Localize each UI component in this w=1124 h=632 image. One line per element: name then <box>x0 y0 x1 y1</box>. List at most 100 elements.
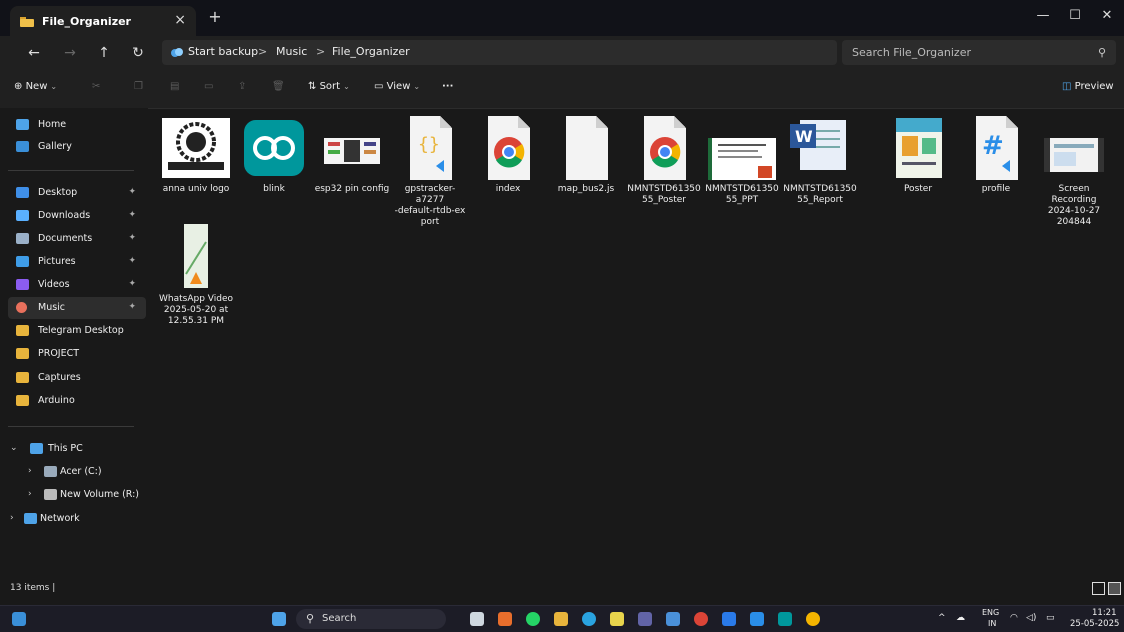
task-view-icon[interactable] <box>470 612 484 626</box>
sort-button[interactable]: ⇅ Sort ⌄ <box>308 81 350 92</box>
breadcrumb-root[interactable]: Start backup <box>188 45 258 58</box>
store-icon[interactable] <box>666 612 680 626</box>
sidebar-item-label: Pictures <box>38 256 76 267</box>
widgets-icon[interactable] <box>12 612 26 626</box>
sidebar-item-desktop[interactable]: Desktop ✦ <box>8 182 146 204</box>
sidebar-item-new-volume-r[interactable]: › New Volume (R:) <box>8 484 146 506</box>
file-name: NMNTSTD61350 55_Poster <box>627 184 701 205</box>
maximize-button[interactable]: ☐ <box>1060 6 1090 26</box>
copy-icon[interactable]: ❐ <box>134 81 143 92</box>
file-item-profile[interactable]: # profile <box>958 110 1034 210</box>
file-item-map-bus2-js[interactable]: map_bus2.js <box>548 110 624 210</box>
tab-file-organizer[interactable]: File_Organizer × <box>10 6 196 36</box>
sidebar-item-downloads[interactable]: Downloads ✦ <box>8 205 146 227</box>
onedrive-icon[interactable]: ☁ <box>956 613 965 623</box>
battery-icon[interactable]: ▭ <box>1046 613 1055 623</box>
videos-icon <box>16 279 29 290</box>
sidebar-item-captures[interactable]: Captures <box>8 367 146 389</box>
clock-date[interactable]: 25-05-2025 <box>1070 619 1119 629</box>
tab-close-icon[interactable]: × <box>174 12 186 28</box>
breadcrumb-music[interactable]: Music <box>276 45 307 58</box>
whatsapp-icon[interactable] <box>526 612 540 626</box>
sidebar-item-acer-c[interactable]: › Acer (C:) <box>8 461 146 483</box>
vscode-icon[interactable] <box>750 612 764 626</box>
address-bar[interactable]: Start backup > Music > File_Organizer <box>162 40 837 65</box>
back-button[interactable]: ← <box>24 44 44 62</box>
computer-icon <box>30 443 43 454</box>
sidebar-item-project[interactable]: PROJECT <box>8 343 146 365</box>
file-item-index[interactable]: index <box>470 110 546 210</box>
file-item-nmntstd-poster[interactable]: NMNTSTD61350 55_Poster <box>626 110 702 210</box>
more-options-button[interactable]: ··· <box>442 81 453 92</box>
chevron-down-icon[interactable]: ⌄ <box>10 443 18 453</box>
search-box[interactable]: Search File_Organizer ⚲ <box>842 40 1116 65</box>
cut-icon[interactable]: ✂ <box>92 81 100 92</box>
bluetooth-icon[interactable] <box>722 612 736 626</box>
sidebar-item-music[interactable]: Music ✦ <box>8 297 146 319</box>
sidebar-item-network[interactable]: › Network <box>8 508 146 530</box>
music-icon <box>16 302 27 313</box>
copilot-icon[interactable] <box>498 612 512 626</box>
chevron-up-icon[interactable]: ^ <box>938 613 946 623</box>
telegram-icon[interactable] <box>582 612 596 626</box>
file-item-poster[interactable]: Poster <box>880 110 956 210</box>
address-row: ← → ↑ ↻ Start backup > Music > File_Orga… <box>0 36 1124 70</box>
file-item-esp32-pin-config[interactable]: esp32 pin config <box>314 110 390 210</box>
paste-icon[interactable]: ▤ <box>170 81 179 92</box>
file-name: Screen Recording 2024-10-27 204844 <box>1047 184 1101 227</box>
sidebar-item-telegram-desktop[interactable]: Telegram Desktop <box>8 320 146 342</box>
teams-icon[interactable] <box>638 612 652 626</box>
file-item-blink[interactable]: blink <box>236 110 312 210</box>
new-tab-button[interactable]: + <box>206 8 224 26</box>
notes-app-icon[interactable] <box>610 612 624 626</box>
chevron-right-icon[interactable]: › <box>28 466 32 476</box>
sidebar-item-videos[interactable]: Videos ✦ <box>8 274 146 296</box>
language-indicator[interactable]: ENG <box>982 608 999 617</box>
tab-title: File_Organizer <box>42 15 131 28</box>
view-button[interactable]: ▭ View ⌄ <box>374 81 420 92</box>
up-button[interactable]: ↑ <box>94 44 114 62</box>
volume-icon[interactable]: ◁) <box>1026 613 1036 623</box>
rename-icon[interactable]: ▭ <box>204 81 213 92</box>
close-window-button[interactable]: ✕ <box>1092 6 1122 26</box>
sidebar-item-home[interactable]: Home <box>8 114 146 136</box>
large-icons-view-icon[interactable] <box>1108 582 1121 595</box>
clock-time[interactable]: 11:21 <box>1092 608 1117 618</box>
folder-icon <box>16 395 29 406</box>
chrome-icon[interactable] <box>694 612 708 626</box>
sidebar-item-this-pc[interactable]: ⌄ This PC <box>8 438 146 460</box>
file-item-whatsapp-video[interactable]: WhatsApp Video 2025-05-20 at 12.55.31 PM <box>158 218 234 326</box>
breadcrumb-separator: > <box>316 45 326 58</box>
preview-button[interactable]: ◫ Preview <box>1062 81 1114 92</box>
sidebar-item-pictures[interactable]: Pictures ✦ <box>8 251 146 273</box>
start-button[interactable] <box>272 612 286 626</box>
new-button[interactable]: ⊕ New ⌄ <box>14 81 57 92</box>
details-view-icon[interactable] <box>1092 582 1105 595</box>
pictures-icon <box>16 256 29 267</box>
chevron-right-icon[interactable]: › <box>28 489 32 499</box>
video-thumbnail <box>162 224 230 288</box>
file-item-gpstracker[interactable]: {} gpstracker-a7277 -default-rtdb-ex port <box>392 110 468 227</box>
file-item-nmntstd-report[interactable]: W NMNTSTD61350 55_Report <box>782 110 858 210</box>
refresh-button[interactable]: ↻ <box>128 44 148 62</box>
arduino-ide-icon[interactable] <box>778 612 792 626</box>
delete-icon[interactable]: 🗑 <box>272 81 285 92</box>
forward-button[interactable]: → <box>60 44 80 62</box>
sidebar-item-label: Arduino <box>38 395 75 406</box>
chrome-dev-icon[interactable] <box>806 612 820 626</box>
wifi-icon[interactable]: ◠ <box>1010 613 1018 623</box>
minimize-button[interactable]: — <box>1028 6 1058 26</box>
share-icon[interactable]: ⇪ <box>238 81 246 92</box>
search-input[interactable]: Search File_Organizer <box>852 46 971 59</box>
file-item-screen-recording[interactable]: Screen Recording 2024-10-27 204844 <box>1036 110 1112 227</box>
chevron-right-icon[interactable]: › <box>10 513 14 523</box>
json-file-icon: {} <box>396 116 464 180</box>
file-explorer-icon[interactable] <box>554 612 568 626</box>
sidebar-item-arduino[interactable]: Arduino <box>8 390 146 412</box>
sidebar-item-gallery[interactable]: Gallery <box>8 136 146 158</box>
sidebar-item-documents[interactable]: Documents ✦ <box>8 228 146 250</box>
file-item-nmntstd-ppt[interactable]: NMNTSTD61350 55_PPT <box>704 110 780 210</box>
breadcrumb-file-organizer[interactable]: File_Organizer <box>332 45 410 58</box>
taskbar-search[interactable]: ⚲ Search <box>296 609 446 629</box>
file-item-anna-univ-logo[interactable]: anna univ logo <box>158 110 234 210</box>
